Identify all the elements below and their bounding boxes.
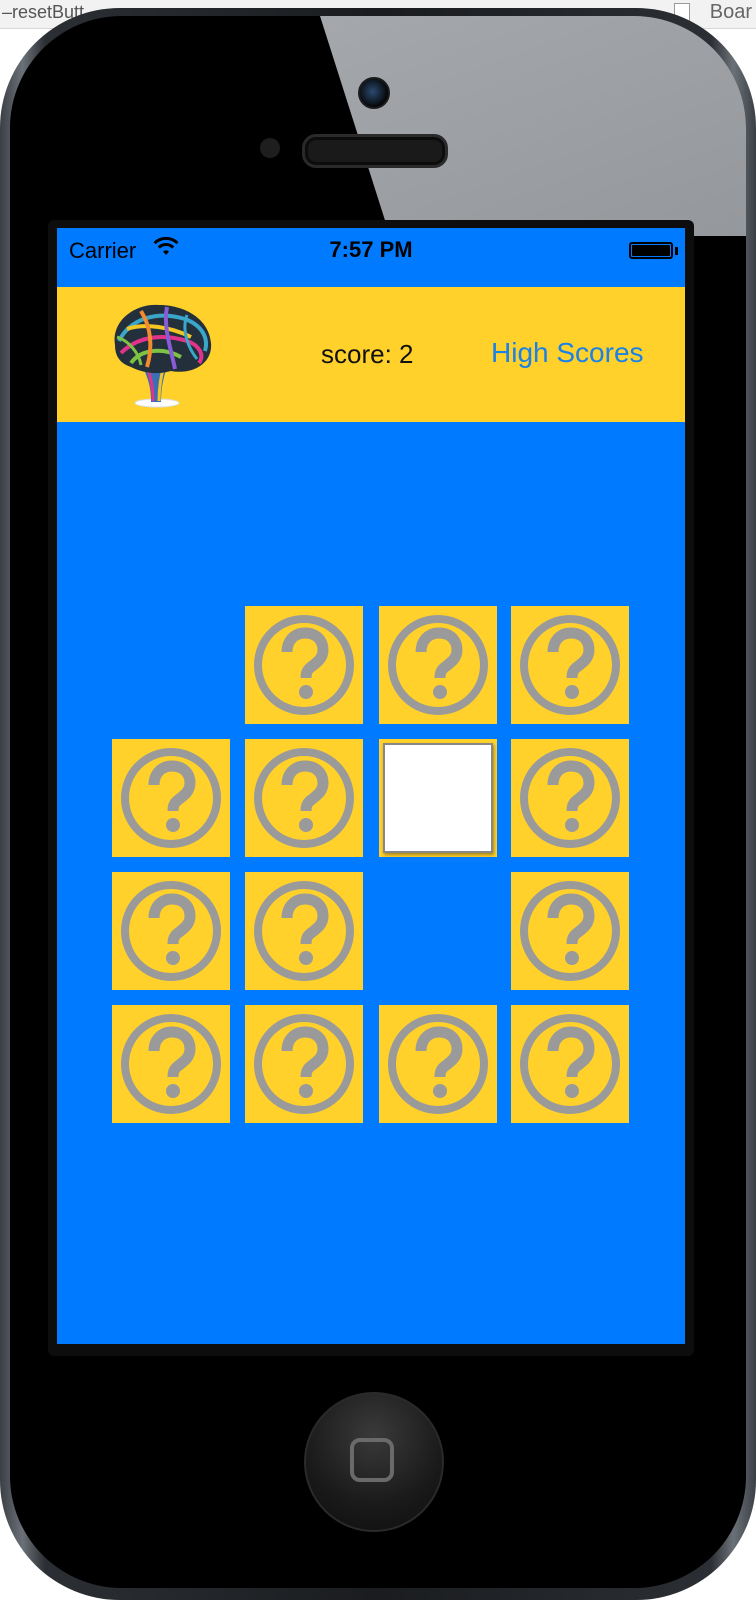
app-screen: Carrier 7:57 PM score: 2 High Scores	[57, 228, 685, 1344]
memory-card[interactable]	[511, 1005, 629, 1123]
memory-card[interactable]	[245, 606, 363, 724]
question-circle-icon	[121, 881, 221, 981]
memory-card[interactable]	[245, 739, 363, 857]
question-circle-icon	[121, 1014, 221, 1114]
memory-card[interactable]	[511, 606, 629, 724]
memory-card[interactable]	[379, 1005, 497, 1123]
question-circle-icon	[520, 1014, 620, 1114]
memory-card[interactable]	[245, 1005, 363, 1123]
memory-card-revealed[interactable]	[379, 739, 497, 857]
memory-card[interactable]	[112, 739, 230, 857]
question-circle-icon	[121, 748, 221, 848]
question-circle-icon	[388, 615, 488, 715]
memory-card[interactable]	[112, 1005, 230, 1123]
proximity-sensor-icon	[260, 138, 280, 158]
memory-card[interactable]	[511, 739, 629, 857]
question-circle-icon	[388, 1014, 488, 1114]
question-circle-icon	[254, 1014, 354, 1114]
question-circle-icon	[254, 881, 354, 981]
memory-card[interactable]	[112, 872, 230, 990]
question-circle-icon	[520, 748, 620, 848]
memory-card[interactable]	[379, 606, 497, 724]
question-circle-icon	[520, 615, 620, 715]
card-grid	[57, 228, 685, 1344]
memory-card[interactable]	[245, 872, 363, 990]
memory-card[interactable]	[511, 872, 629, 990]
question-circle-icon	[520, 881, 620, 981]
home-button[interactable]	[304, 1392, 444, 1532]
front-camera-icon	[358, 77, 390, 109]
question-circle-icon	[254, 748, 354, 848]
earpiece-speaker-icon	[302, 134, 448, 168]
home-square-icon	[350, 1438, 394, 1482]
question-circle-icon	[254, 615, 354, 715]
